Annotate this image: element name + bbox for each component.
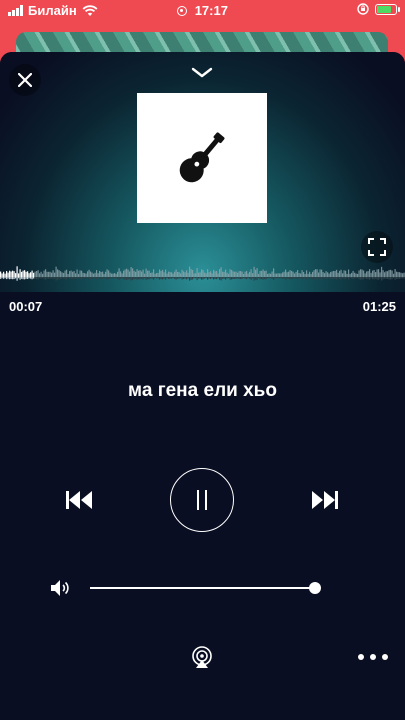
status-center: 17:17 xyxy=(0,3,405,18)
volume-thumb[interactable] xyxy=(309,582,321,594)
time-total: 01:25 xyxy=(362,299,396,314)
record-indicator-icon xyxy=(177,6,188,16)
close-icon xyxy=(18,73,32,87)
skip-previous-icon xyxy=(66,491,92,509)
collapse-button[interactable] xyxy=(189,66,215,80)
volume-fill xyxy=(90,587,315,589)
speaker-icon[interactable] xyxy=(50,579,72,597)
next-button[interactable] xyxy=(308,486,342,514)
track-title: ма гена ели хьо xyxy=(128,380,277,401)
progress-waveform[interactable] xyxy=(0,257,405,297)
guitar-icon xyxy=(179,132,225,183)
skip-next-icon xyxy=(312,491,338,509)
status-bar: Билайн 17:17 xyxy=(0,0,405,22)
more-options-button[interactable] xyxy=(356,648,390,666)
chevron-down-icon xyxy=(191,67,213,78)
battery-level xyxy=(377,5,391,13)
orientation-lock-icon xyxy=(357,3,369,15)
battery-icon xyxy=(375,3,400,15)
fullscreen-icon xyxy=(368,238,386,256)
previous-button[interactable] xyxy=(62,486,96,514)
volume-control xyxy=(50,577,325,599)
player-sheet: 00:07 01:25 ма гена ели хьо xyxy=(0,52,405,720)
close-button[interactable] xyxy=(9,64,41,96)
album-artwork xyxy=(137,93,267,223)
clock: 17:17 xyxy=(194,3,228,18)
airplay-icon xyxy=(192,646,212,668)
volume-slider[interactable] xyxy=(90,582,321,594)
pause-button[interactable] xyxy=(170,468,234,532)
more-icon xyxy=(358,654,388,660)
airplay-button[interactable] xyxy=(189,644,215,670)
time-elapsed: 00:07 xyxy=(9,299,43,314)
status-right xyxy=(357,3,400,15)
pause-icon xyxy=(197,490,207,510)
